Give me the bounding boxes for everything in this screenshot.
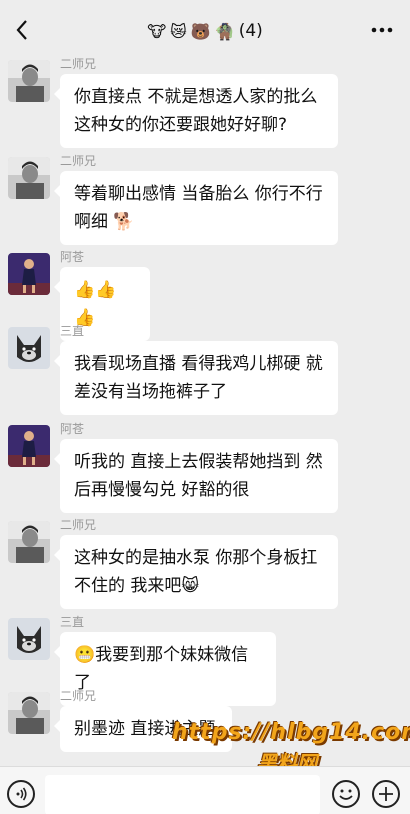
message-input[interactable] [45,775,320,814]
title-emoji-4: 🧌 [214,21,235,41]
sender-name: 二师兄 [60,689,97,703]
girl-avatar-icon [8,253,50,295]
message-bubble[interactable]: 听我的 直接上去假装帮她挡到 然 后再慢慢勾兑 好豁的很 [54,439,338,513]
message-bubble[interactable]: 你直接点 不就是想透人家的批么 这种女的你还要跟她好好聊? [54,74,338,148]
emoji-button[interactable] [332,780,360,808]
title-emoji-3: 🐻 [190,21,211,41]
more-dots-icon [371,27,393,33]
message-bubble[interactable]: 等着聊出感情 当备胎么 你行不行 啊细 🐕 [54,171,338,245]
input-bar [0,766,410,814]
dog-avatar-icon [8,618,50,660]
avatar-man[interactable] [8,157,50,199]
man-avatar-icon [8,60,50,102]
sender-name: 三直 [60,615,85,629]
message-line: 这种女的你还要跟她好好聊? [74,115,288,135]
message-line: 听我的 直接上去假装帮她挡到 然 [74,452,323,472]
girl-avatar-icon [8,425,50,467]
avatar-man[interactable] [8,521,50,563]
message-line: 这种女的是抽水泵 你那个身板扛 [74,548,318,568]
chevron-left-icon [16,20,27,40]
back-button[interactable] [8,16,36,44]
chat-title: 🐮 😿 🐻 🧌 (4) [147,21,263,41]
dog-avatar-icon [8,327,50,369]
title-emoji-1: 🐮 [147,21,167,41]
voice-input-button[interactable] [7,780,35,808]
sender-name: 二师兄 [60,154,97,168]
avatar-girl[interactable] [8,425,50,467]
avatar-dog[interactable] [8,618,50,660]
more-options-button[interactable] [368,18,396,42]
message-line: 不住的 我来吧😸 [74,576,200,596]
man-avatar-icon [8,521,50,563]
title-emoji-2: 😿 [170,21,187,41]
message-line: 我看现场直播 看得我鸡儿梆硬 就 [74,354,323,374]
sender-name: 阿苍 [60,422,85,436]
plus-icon [379,787,393,801]
man-avatar-icon [8,692,50,734]
man-avatar-icon [8,157,50,199]
sender-name: 阿苍 [60,250,85,264]
sender-name: 二师兄 [60,57,97,71]
message-line: 差没有当场拖裤子了 [74,382,227,402]
message-bubble[interactable]: 这种女的是抽水泵 你那个身板扛 不住的 我来吧😸 [54,535,338,609]
message-line: 啊细 🐕 [74,212,135,232]
avatar-man[interactable] [8,692,50,734]
avatar-dog[interactable] [8,327,50,369]
sender-name: 三直 [60,324,85,338]
message-line: 😬我要到那个妹妹微信了 [74,645,249,693]
message-line: 等着聊出感情 当备胎么 你行不行 [74,184,323,204]
voice-icon [16,787,27,801]
message-line: 后再慢慢勾兑 好豁的很 [74,480,250,500]
message-bubble[interactable]: 别墨迹 直接进主题 [54,706,232,752]
smiley-icon [339,789,353,800]
more-functions-button[interactable] [372,780,400,808]
message-line: 别墨迹 直接进主题 [74,719,216,739]
message-bubble[interactable]: 我看现场直播 看得我鸡儿梆硬 就 差没有当场拖裤子了 [54,341,338,415]
avatar-girl[interactable] [8,253,50,295]
chat-header: 🐮 😿 🐻 🧌 (4) [0,0,410,62]
message-line: 你直接点 不就是想透人家的批么 [74,87,318,107]
sender-name: 二师兄 [60,518,97,532]
avatar-man[interactable] [8,60,50,102]
member-count: (4) [238,21,263,41]
